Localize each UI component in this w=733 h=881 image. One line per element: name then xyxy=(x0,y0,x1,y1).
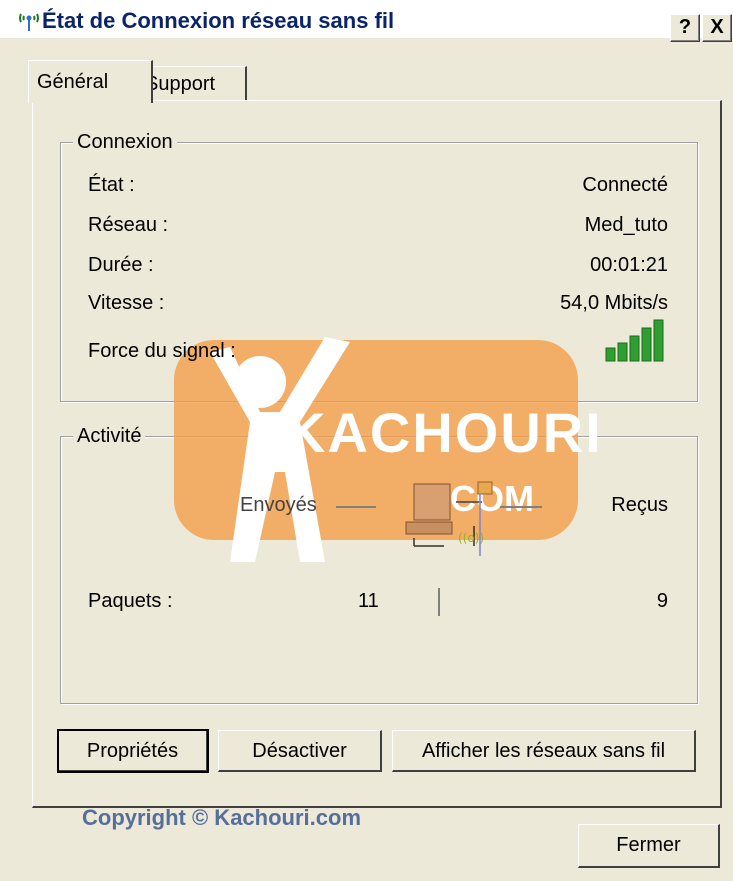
tab-general[interactable]: Général xyxy=(28,60,153,103)
show-wireless-networks-button[interactable]: Afficher les réseaux sans fil xyxy=(392,730,696,772)
duration-label: Durée : xyxy=(88,254,154,276)
sent-line xyxy=(336,506,376,508)
wireless-network-icon xyxy=(19,13,39,31)
packets-received-value: 9 xyxy=(656,590,668,612)
packets-divider xyxy=(438,588,440,616)
speed-value: 54,0 Mbits/s xyxy=(560,292,668,314)
copyright-text: Copyright © Kachouri.com xyxy=(82,805,362,830)
network-label: Réseau : xyxy=(88,214,169,236)
properties-button[interactable]: Propriétés xyxy=(57,729,209,773)
close-button[interactable]: Fermer xyxy=(578,824,720,868)
window-title: État de Connexion réseau sans fil xyxy=(42,8,395,33)
speed-label: Vitesse : xyxy=(88,292,165,314)
svg-text:((o)): ((o)) xyxy=(458,531,484,545)
duration-value: 00:01:21 xyxy=(590,254,668,276)
state-value: Connecté xyxy=(582,174,668,196)
disable-button[interactable]: Désactiver xyxy=(218,730,382,772)
tab-general-label: Général xyxy=(37,71,109,93)
close-window-button[interactable]: X xyxy=(702,14,732,42)
help-button[interactable]: ? xyxy=(670,14,700,42)
network-activity-icon: ((o)) xyxy=(405,481,493,556)
signal-label: Force du signal : xyxy=(88,340,236,362)
received-label: Reçus xyxy=(611,494,668,516)
tab-support-label: Support xyxy=(145,73,216,95)
network-value: Med_tuto xyxy=(584,214,668,236)
state-label: État : xyxy=(88,174,135,196)
signal-strength-icon xyxy=(605,319,664,362)
packets-sent-value: 11 xyxy=(358,590,379,612)
sent-label: Envoyés xyxy=(240,494,317,516)
title-bar[interactable]: État de Connexion réseau sans fil ? X xyxy=(0,0,733,42)
packets-label: Paquets : xyxy=(88,590,173,612)
